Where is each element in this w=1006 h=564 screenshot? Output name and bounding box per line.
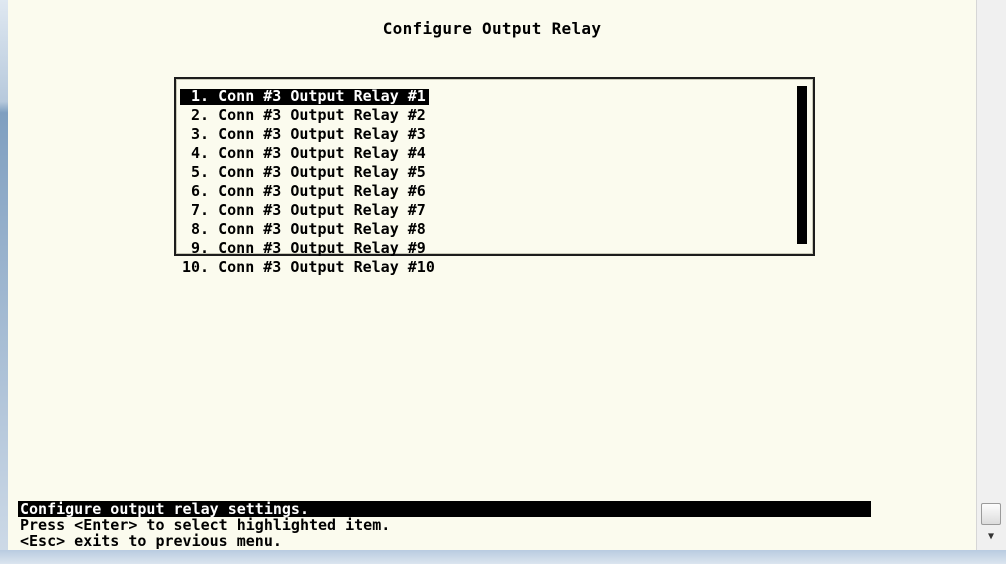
menu-item-relay-4[interactable]: 4. Conn #3 Output Relay #4	[180, 144, 429, 162]
menu-item-relay-2[interactable]: 2. Conn #3 Output Relay #2	[180, 106, 429, 124]
window-frame-bottom	[0, 550, 1006, 564]
window-frame-left	[0, 0, 8, 564]
menu-item-relay-5[interactable]: 5. Conn #3 Output Relay #5	[180, 163, 429, 181]
help-esc-text: <Esc> exits to previous menu.	[20, 532, 282, 550]
relay-menu-list: 1. Conn #3 Output Relay #1 2. Conn #3 Ou…	[180, 86, 438, 276]
menu-item-relay-10[interactable]: 10. Conn #3 Output Relay #10	[180, 258, 438, 276]
menu-item-relay-3[interactable]: 3. Conn #3 Output Relay #3	[180, 125, 429, 143]
menu-item-relay-6[interactable]: 6. Conn #3 Output Relay #6	[180, 182, 429, 200]
help-enter-text: Press <Enter> to select highlighted item…	[20, 516, 391, 534]
page-title: Configure Output Relay	[382, 19, 602, 38]
menu-scrollbar[interactable]	[797, 86, 807, 244]
status-description: Configure output relay settings.	[18, 501, 871, 517]
menu-item-relay-7[interactable]: 7. Conn #3 Output Relay #7	[180, 201, 429, 219]
menu-item-relay-1[interactable]: 1. Conn #3 Output Relay #1	[180, 88, 429, 105]
scrollbar-thumb[interactable]	[981, 503, 1001, 525]
terminal-screen: Configure Output Relay 1. Conn #3 Output…	[8, 0, 976, 550]
menu-item-relay-9[interactable]: 9. Conn #3 Output Relay #9	[180, 239, 429, 257]
chevron-down-icon[interactable]: ▼	[981, 527, 1001, 547]
window-scrollbar[interactable]: ▼	[976, 0, 1006, 550]
menu-item-relay-8[interactable]: 8. Conn #3 Output Relay #8	[180, 220, 429, 238]
relay-menu: 1. Conn #3 Output Relay #1 2. Conn #3 Ou…	[174, 77, 815, 275]
